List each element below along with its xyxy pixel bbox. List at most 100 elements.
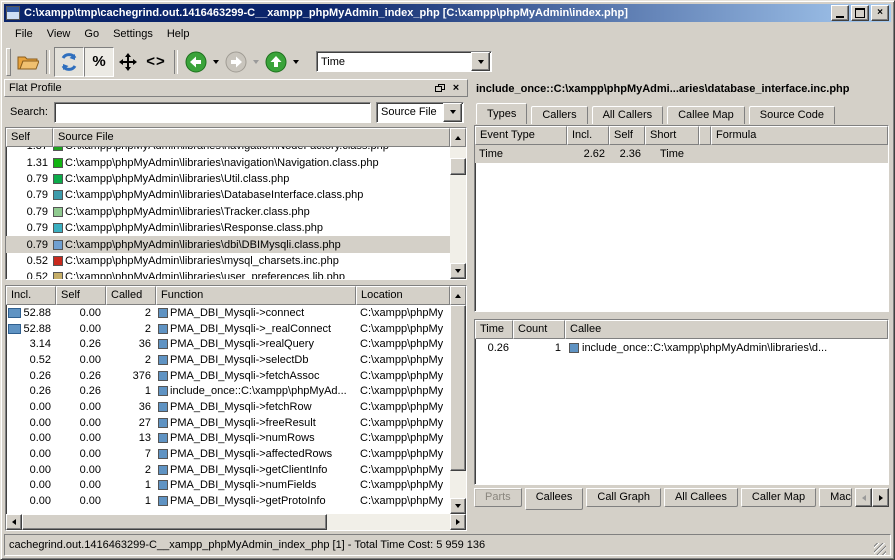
scroll-right-button[interactable] bbox=[450, 514, 466, 530]
column-header-source-file[interactable]: Source File bbox=[53, 128, 450, 147]
source-file-row[interactable]: 0.79 C:\xampp\phpMyAdmin\libraries\Util.… bbox=[6, 171, 450, 187]
column-header-called[interactable]: Called bbox=[106, 286, 156, 305]
grouping-combobox[interactable]: Source File bbox=[376, 102, 464, 123]
maximize-button[interactable] bbox=[851, 5, 869, 21]
called-count-cell: 1 bbox=[106, 385, 156, 397]
relative-percent-toggle[interactable]: % bbox=[84, 47, 114, 77]
function-row[interactable]: 0.00 0.00 36 PMA_DBI_Mysqli->fetchRow C:… bbox=[6, 399, 450, 415]
horizontal-scrollbar[interactable] bbox=[6, 514, 466, 530]
scroll-up-button[interactable] bbox=[450, 286, 466, 305]
event-type-row[interactable]: Time 2.62 2.36 Time bbox=[475, 145, 888, 163]
flat-profile-dock-header[interactable]: Flat Profile × bbox=[4, 79, 468, 97]
column-header-self[interactable]: Self bbox=[6, 128, 53, 147]
source-file-row[interactable]: 0.79 C:\xampp\phpMyAdmin\libraries\Respo… bbox=[6, 220, 450, 236]
cycle-detection-button[interactable] bbox=[114, 48, 142, 76]
tab-parts[interactable]: Parts bbox=[474, 488, 522, 507]
source-file-row[interactable]: 0.52 C:\xampp\phpMyAdmin\libraries\user_… bbox=[6, 269, 450, 279]
source-file-row[interactable]: 0.79 C:\xampp\phpMyAdmin\libraries\Track… bbox=[6, 204, 450, 220]
source-file-row[interactable]: 0.52 C:\xampp\phpMyAdmin\libraries\mysql… bbox=[6, 253, 450, 269]
function-row[interactable]: 0.26 0.26 1 include_once::C:\xampp\phpMy… bbox=[6, 383, 450, 399]
tab-all-callers[interactable]: All Callers bbox=[592, 106, 664, 124]
location-cell: C:\xampp\phpMy bbox=[356, 479, 450, 491]
search-row: Search: Source File bbox=[6, 100, 466, 124]
forward-button[interactable] bbox=[222, 48, 250, 76]
function-row[interactable]: 0.26 0.26 376 PMA_DBI_Mysqli->fetchAssoc… bbox=[6, 368, 450, 384]
combo-drop-button[interactable] bbox=[443, 103, 462, 122]
scroll-up-button[interactable] bbox=[450, 128, 466, 147]
column-header-incl[interactable]: Incl. bbox=[6, 286, 56, 305]
chevron-down-icon bbox=[253, 60, 259, 64]
column-header-self[interactable]: Self bbox=[609, 126, 645, 145]
menu-help[interactable]: Help bbox=[160, 26, 197, 42]
column-header-location[interactable]: Location bbox=[356, 286, 450, 305]
menu-settings[interactable]: Settings bbox=[106, 26, 160, 42]
event-type-combobox[interactable]: Time bbox=[316, 51, 492, 72]
column-header-short[interactable]: Short bbox=[645, 126, 699, 145]
function-row[interactable]: 0.00 0.00 13 PMA_DBI_Mysqli->numRows C:\… bbox=[6, 431, 450, 447]
tab-source-code[interactable]: Source Code bbox=[749, 106, 835, 124]
close-panel-button[interactable]: × bbox=[449, 82, 463, 95]
column-header-count[interactable]: Count bbox=[513, 320, 565, 339]
function-row[interactable]: 0.00 0.00 7 PMA_DBI_Mysqli->affectedRows… bbox=[6, 446, 450, 462]
menu-go[interactable]: Go bbox=[77, 26, 106, 42]
up-history-dropdown[interactable] bbox=[290, 48, 302, 76]
function-row[interactable]: 52.88 0.00 2 PMA_DBI_Mysqli->_realConnec… bbox=[6, 321, 450, 337]
callee-row[interactable]: 0.26 1 include_once::C:\xampp\phpMyAdmin… bbox=[475, 339, 888, 357]
up-button[interactable] bbox=[262, 48, 290, 76]
column-header-callee[interactable]: Callee bbox=[565, 320, 888, 339]
scroll-down-button[interactable] bbox=[450, 263, 466, 279]
tab-scroll-left-button[interactable] bbox=[855, 488, 872, 507]
column-header-formula[interactable]: Formula bbox=[711, 126, 888, 145]
resize-grip[interactable] bbox=[874, 543, 886, 555]
tab-types[interactable]: Types bbox=[476, 103, 527, 124]
tab-caller-map[interactable]: Caller Map bbox=[741, 488, 816, 507]
function-row[interactable]: 0.52 0.00 2 PMA_DBI_Mysqli->selectDb C:\… bbox=[6, 352, 450, 368]
tab-scroll-right-button[interactable] bbox=[872, 488, 889, 507]
toolbar-handle[interactable] bbox=[6, 48, 11, 76]
function-row[interactable]: 0.00 0.00 1 PMA_DBI_Mysqli->getProtoInfo… bbox=[6, 493, 450, 509]
column-header-time[interactable]: Time bbox=[475, 320, 513, 339]
column-header-event-type[interactable]: Event Type bbox=[475, 126, 567, 145]
called-count-cell: 2 bbox=[106, 464, 156, 476]
function-row[interactable]: 0.00 0.00 2 PMA_DBI_Mysqli->getClientInf… bbox=[6, 462, 450, 478]
close-icon: × bbox=[453, 82, 459, 94]
scroll-down-button[interactable] bbox=[450, 498, 466, 514]
source-file-row[interactable]: 1.31 C:\xampp\phpMyAdmin\libraries\navig… bbox=[6, 154, 450, 170]
open-file-button[interactable] bbox=[14, 48, 42, 76]
source-file-row[interactable]: 0.79 C:\xampp\phpMyAdmin\libraries\Datab… bbox=[6, 187, 450, 203]
function-row[interactable]: 0.00 0.00 27 PMA_DBI_Mysqli->freeResult … bbox=[6, 415, 450, 431]
function-row[interactable]: 3.14 0.26 36 PMA_DBI_Mysqli->realQuery C… bbox=[6, 336, 450, 352]
scrollbar-thumb[interactable] bbox=[450, 158, 466, 175]
tab-callee-map[interactable]: Callee Map bbox=[667, 106, 745, 124]
vertical-scrollbar[interactable] bbox=[450, 305, 466, 514]
column-header-self[interactable]: Self bbox=[56, 286, 106, 305]
menu-file[interactable]: File bbox=[8, 26, 40, 42]
back-history-dropdown[interactable] bbox=[210, 48, 222, 76]
column-header-function[interactable]: Function bbox=[156, 286, 356, 305]
search-input[interactable] bbox=[54, 102, 371, 123]
tab-all-callees[interactable]: All Callees bbox=[664, 488, 738, 507]
scrollbar-thumb[interactable] bbox=[22, 514, 327, 530]
source-file-row[interactable]: 0.79 C:\xampp\phpMyAdmin\libraries\dbi\D… bbox=[6, 236, 450, 252]
menu-view[interactable]: View bbox=[40, 26, 78, 42]
shorten-templates-button[interactable]: <> bbox=[142, 48, 170, 76]
tab-callers[interactable]: Callers bbox=[531, 106, 587, 124]
reload-button[interactable] bbox=[54, 47, 84, 77]
function-row[interactable]: 0.00 0.00 1 PMA_DBI_Mysqli->numFields C:… bbox=[6, 478, 450, 494]
vertical-scrollbar[interactable] bbox=[450, 147, 466, 279]
minimize-button[interactable] bbox=[831, 5, 849, 21]
tab-machine[interactable]: Machine bbox=[819, 488, 852, 507]
move-arrows-icon bbox=[117, 51, 139, 73]
column-header-incl[interactable]: Incl. bbox=[567, 126, 609, 145]
function-row[interactable]: 52.88 0.00 2 PMA_DBI_Mysqli->connect C:\… bbox=[6, 305, 450, 321]
scrollbar-thumb[interactable] bbox=[450, 305, 466, 471]
tab-call-graph[interactable]: Call Graph bbox=[586, 488, 661, 507]
combo-drop-button[interactable] bbox=[471, 52, 490, 71]
scroll-left-button[interactable] bbox=[6, 514, 22, 530]
float-panel-button[interactable] bbox=[432, 82, 446, 95]
back-button[interactable] bbox=[182, 48, 210, 76]
self-cost-cell: 0.79 bbox=[6, 173, 53, 185]
tab-callees[interactable]: Callees bbox=[525, 488, 584, 510]
close-button[interactable]: × bbox=[871, 5, 889, 21]
forward-history-dropdown[interactable] bbox=[250, 48, 262, 76]
